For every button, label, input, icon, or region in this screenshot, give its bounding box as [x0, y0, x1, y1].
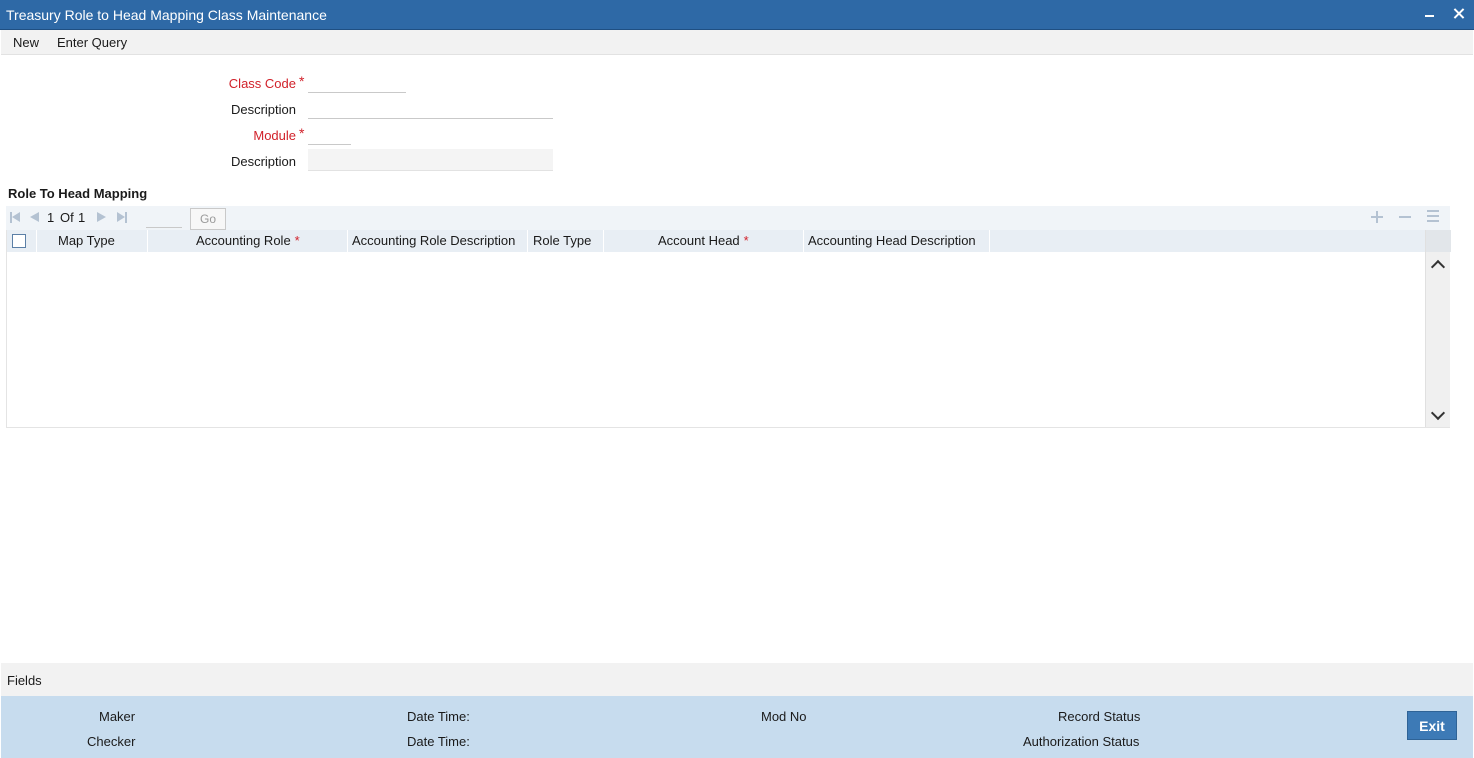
class-description-label: Description [230, 102, 296, 117]
mod-no-label: Mod No [761, 709, 807, 724]
minimize-icon[interactable] [1422, 6, 1438, 22]
add-row-icon[interactable] [1370, 210, 1384, 224]
total-pages: 1 [78, 210, 86, 225]
select-column [7, 230, 37, 252]
module-description-label: Description [230, 154, 296, 169]
class-code-required-marker: * [299, 73, 305, 89]
audit-footer: Maker Checker Date Time: Date Time: Mod … [1, 696, 1473, 758]
class-description-input[interactable] [308, 97, 553, 119]
column-accounting-role-description[interactable]: Accounting Role Description [348, 230, 528, 252]
module-label: Module [253, 128, 296, 143]
menu-enter-query[interactable]: Enter Query [57, 35, 127, 50]
column-label: Map Type [58, 233, 115, 248]
class-code-input[interactable] [308, 71, 406, 93]
first-page-icon[interactable] [10, 212, 20, 223]
column-account-head[interactable]: Account Head * [604, 230, 804, 252]
module-description-field [308, 149, 553, 171]
delete-row-icon[interactable] [1398, 210, 1412, 224]
module-required-marker: * [299, 125, 305, 141]
grid-toolbar: 1 Of 1 Go [6, 206, 1450, 230]
page-number-input[interactable] [146, 208, 182, 228]
exit-button[interactable]: Exit [1407, 711, 1457, 740]
next-page-icon[interactable] [97, 212, 107, 223]
title-bar: Treasury Role to Head Mapping Class Main… [0, 0, 1474, 30]
column-role-type[interactable]: Role Type [528, 230, 604, 252]
menu-new[interactable]: New [13, 35, 39, 50]
authorization-status-label: Authorization Status [1023, 734, 1140, 749]
go-button[interactable]: Go [190, 208, 226, 230]
class-code-label: Class Code [228, 76, 296, 91]
role-head-mapping-grid: Map Type Accounting Role * Accounting Rol… [6, 230, 1451, 428]
current-page: 1 [47, 210, 55, 225]
maker-date-time-label: Date Time: [407, 709, 470, 724]
scroll-down-icon[interactable] [1430, 405, 1446, 421]
window-title: Treasury Role to Head Mapping Class Main… [6, 7, 327, 23]
last-page-icon[interactable] [117, 212, 127, 223]
close-icon[interactable] [1451, 6, 1467, 22]
page-of-label: Of [60, 210, 74, 225]
grid-scrollbar[interactable] [1425, 230, 1451, 427]
column-accounting-head-description[interactable]: Accounting Head Description [804, 230, 990, 252]
column-label: Accounting Role Description [352, 233, 516, 248]
column-label: Accounting Head Description [808, 233, 976, 248]
previous-page-icon[interactable] [30, 212, 40, 223]
column-map-type[interactable]: Map Type [37, 230, 148, 252]
module-input[interactable] [308, 123, 351, 145]
select-all-checkbox[interactable] [12, 234, 26, 248]
scroll-up-icon[interactable] [1430, 259, 1446, 275]
menu-bar: New Enter Query [1, 30, 1473, 55]
checker-label: Checker [87, 734, 136, 749]
checker-date-time-label: Date Time: [407, 734, 470, 749]
column-label: Accounting Role * [196, 233, 300, 248]
record-status-label: Record Status [1058, 709, 1141, 724]
column-label: Account Head * [658, 233, 749, 248]
column-accounting-role[interactable]: Accounting Role * [148, 230, 348, 252]
fields-bar: Fields [1, 663, 1473, 696]
scrollbar-header [1426, 230, 1451, 252]
grid-header: Map Type Accounting Role * Accounting Rol… [7, 230, 1425, 252]
section-title: Role To Head Mapping [8, 186, 148, 201]
column-label: Role Type [533, 233, 592, 248]
fields-button[interactable]: Fields [7, 673, 42, 688]
maker-label: Maker [99, 709, 136, 724]
single-view-icon[interactable] [1427, 210, 1439, 223]
